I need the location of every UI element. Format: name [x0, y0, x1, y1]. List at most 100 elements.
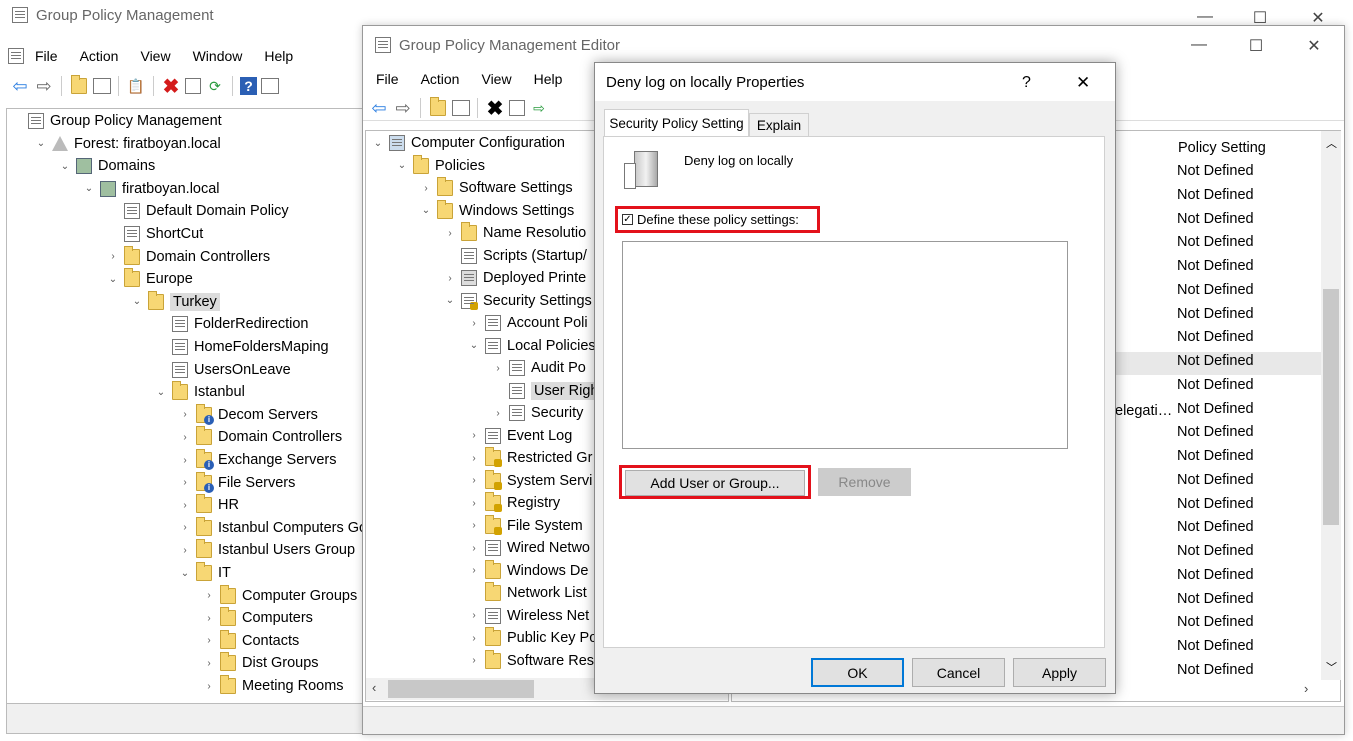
gpm-tree-node[interactable]: › Computer Groups: [202, 584, 357, 607]
dialog-close-icon[interactable]: ✕: [1076, 73, 1090, 93]
policy-setting-cell[interactable]: Not Defined: [1177, 187, 1254, 210]
gpm-tree-node[interactable]: ⌄ Europe: [106, 268, 193, 290]
expand-chevron-icon[interactable]: ›: [202, 658, 216, 669]
gpme-minimize-icon[interactable]: —: [1189, 36, 1209, 54]
collapse-chevron-icon[interactable]: ⌄: [58, 161, 72, 172]
properties-icon[interactable]: [185, 78, 201, 94]
policy-setting-cell[interactable]: Not Defined: [1177, 638, 1254, 661]
policy-setting-cell[interactable]: Not Defined: [1177, 377, 1254, 400]
gpme-tree-node[interactable]: › Audit Po: [491, 357, 586, 379]
up-folder-icon[interactable]: [69, 75, 89, 96]
gpme-tree-node[interactable]: › Registry: [467, 492, 560, 514]
collapse-chevron-icon[interactable]: ⌄: [371, 138, 385, 149]
gpm-tree-node[interactable]: UsersOnLeave: [154, 359, 291, 381]
gpm-tree-node[interactable]: › Contacts: [202, 629, 299, 652]
gpm-tree-node[interactable]: › i File Servers: [178, 471, 295, 494]
expand-chevron-icon[interactable]: ›: [467, 543, 481, 554]
gpme-tree-node[interactable]: › Deployed Printe: [443, 267, 586, 289]
policy-setting-header[interactable]: Policy Setting: [1178, 140, 1266, 156]
expand-chevron-icon[interactable]: ›: [178, 500, 192, 511]
gpm-tree-node[interactable]: › Domain Controllers: [178, 426, 342, 448]
gpm-menu-view[interactable]: View: [129, 48, 181, 64]
collapse-chevron-icon[interactable]: ⌄: [106, 274, 120, 285]
policy-setting-cell[interactable]: Not Defined: [1177, 234, 1254, 257]
gpm-tree-node[interactable]: › HR: [178, 494, 239, 516]
expand-chevron-icon[interactable]: ›: [491, 363, 505, 374]
delete-icon[interactable]: ✖: [485, 98, 505, 120]
scroll-right-icon[interactable]: ›: [1304, 681, 1308, 696]
gpme-tree-node[interactable]: › System Servi: [467, 469, 592, 492]
forward-arrow-icon[interactable]: ⇨: [34, 76, 54, 96]
gpm-tree-node[interactable]: ⌄ Turkey: [130, 290, 220, 313]
gpme-menu-view[interactable]: View: [470, 71, 522, 87]
expand-chevron-icon[interactable]: ›: [178, 409, 192, 420]
policy-setting-cell[interactable]: Not Defined: [1177, 614, 1254, 637]
gpme-tree-node[interactable]: Network List: [467, 582, 587, 604]
gpme-tree-node[interactable]: › Event Log: [467, 425, 572, 447]
hscroll-thumb[interactable]: [388, 680, 534, 698]
expand-chevron-icon[interactable]: ›: [178, 522, 192, 533]
gpm-tree-node[interactable]: FolderRedirection: [154, 313, 308, 335]
gpme-tree-node[interactable]: › Wired Netwo: [467, 537, 590, 559]
gpme-menu-help[interactable]: Help: [523, 71, 574, 87]
expand-chevron-icon[interactable]: ›: [467, 318, 481, 329]
gpme-tree-node[interactable]: Scripts (Startup/: [443, 245, 587, 267]
gpm-tree-node[interactable]: › Istanbul Computers Gorc: [178, 516, 364, 539]
collapse-chevron-icon[interactable]: ⌄: [419, 205, 433, 216]
expand-chevron-icon[interactable]: ›: [202, 590, 216, 601]
gpme-tree-node[interactable]: ⌄ Policies: [395, 154, 485, 177]
policy-setting-cell[interactable]: Not Defined: [1177, 353, 1254, 376]
policy-setting-cell[interactable]: Not Defined: [1177, 258, 1254, 281]
expand-chevron-icon[interactable]: ›: [178, 477, 192, 488]
collapse-chevron-icon[interactable]: ⌄: [395, 160, 409, 171]
gpme-tree-node[interactable]: › File System: [467, 514, 583, 537]
expand-chevron-icon[interactable]: ›: [202, 681, 216, 692]
gpm-tree-node[interactable]: ⌄ Forest: firatboyan.local: [34, 133, 221, 155]
gpm-tree-node[interactable]: Default Domain Policy: [106, 200, 289, 222]
cancel-button[interactable]: Cancel: [912, 658, 1005, 687]
gpme-tree-node[interactable]: › Public Key Po: [467, 627, 597, 649]
expand-chevron-icon[interactable]: ›: [467, 655, 481, 666]
gpme-tree-node[interactable]: ⌄ Windows Settings: [419, 199, 574, 222]
collapse-chevron-icon[interactable]: ⌄: [154, 387, 168, 398]
gpm-tree-node[interactable]: › i Decom Servers: [178, 403, 318, 426]
expand-chevron-icon[interactable]: ›: [467, 633, 481, 644]
policy-setting-cell[interactable]: Not Defined: [1177, 329, 1254, 352]
vscroll-thumb[interactable]: [1323, 289, 1339, 525]
gpm-tree-node[interactable]: › Dist Groups: [202, 652, 319, 674]
gpme-menu-action[interactable]: Action: [410, 71, 471, 87]
delete-icon[interactable]: ✖: [161, 76, 181, 98]
scroll-down-icon[interactable]: ﹀: [1326, 659, 1337, 675]
policy-setting-cell[interactable]: Not Defined: [1177, 472, 1254, 495]
gpme-maximize-icon[interactable]: ☐: [1246, 36, 1266, 56]
refresh-icon[interactable]: ⟳: [205, 76, 225, 96]
up-folder-icon[interactable]: [428, 97, 448, 118]
gpm-tree-node[interactable]: ⌄ Domains: [58, 155, 155, 177]
collapse-chevron-icon[interactable]: ⌄: [130, 296, 144, 307]
gpm-tree-node[interactable]: Group Policy Management: [10, 110, 222, 132]
gpm-tree-node[interactable]: ShortCut: [106, 223, 203, 245]
policy-setting-cell[interactable]: Not Defined: [1177, 211, 1254, 234]
scroll-up-icon[interactable]: ︿: [1326, 135, 1337, 151]
users-listbox[interactable]: [622, 241, 1068, 449]
expand-chevron-icon[interactable]: ›: [178, 455, 192, 466]
forward-arrow-icon[interactable]: ⇨: [393, 98, 413, 118]
expand-chevron-icon[interactable]: ›: [467, 520, 481, 531]
back-arrow-icon[interactable]: ⇦: [369, 98, 389, 118]
clipboard-icon[interactable]: 📋: [126, 76, 146, 96]
policy-setting-cell[interactable]: Not Defined: [1177, 543, 1254, 566]
gpm-tree-node[interactable]: ⌄ firatboyan.local: [82, 178, 220, 200]
gpm-tree-node[interactable]: HomeFoldersMaping: [154, 336, 329, 358]
gpm-minimize-icon[interactable]: —: [1195, 8, 1215, 26]
policy-setting-cell[interactable]: Not Defined: [1177, 496, 1254, 519]
expand-chevron-icon[interactable]: ›: [467, 498, 481, 509]
gpm-menu-window[interactable]: Window: [182, 48, 254, 64]
expand-chevron-icon[interactable]: ›: [467, 430, 481, 441]
expand-chevron-icon[interactable]: ›: [443, 228, 457, 239]
properties-icon[interactable]: [509, 100, 525, 116]
dialog-help-icon[interactable]: ?: [1022, 74, 1031, 92]
expand-chevron-icon[interactable]: ›: [467, 610, 481, 621]
expand-chevron-icon[interactable]: ›: [467, 565, 481, 576]
expand-chevron-icon[interactable]: ›: [491, 408, 505, 419]
expand-chevron-icon[interactable]: ›: [467, 475, 481, 486]
